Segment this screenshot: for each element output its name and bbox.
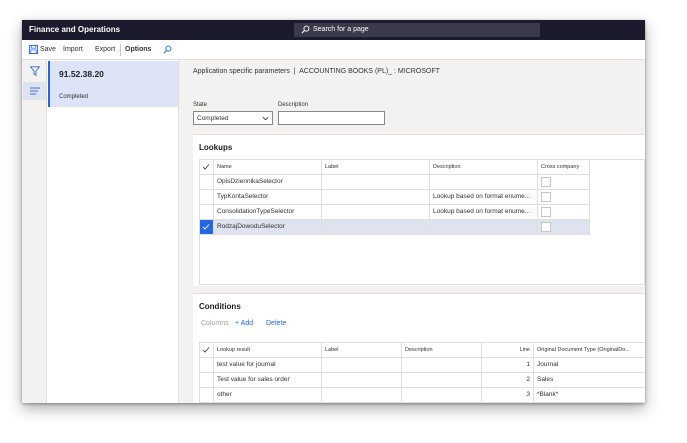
breadcrumb-page: Application specific parameters — [193, 68, 290, 75]
conditions-grid: Lookup result Label Description Line Ori… — [199, 342, 645, 403]
col-lookup-result[interactable]: Lookup result — [214, 343, 322, 358]
col-description[interactable]: Description — [430, 160, 538, 175]
condition-doc-type[interactable]: Sales — [534, 373, 645, 388]
description-input[interactable] — [278, 111, 385, 125]
left-rail — [22, 60, 47, 403]
import-button[interactable]: Import — [63, 46, 83, 53]
lookups-grid: Name Label Description Cross company Opi… — [199, 159, 645, 285]
row-check[interactable] — [200, 175, 214, 190]
lookup-label[interactable] — [322, 205, 430, 220]
add-button[interactable]: + Add — [235, 320, 253, 327]
condition-description[interactable] — [402, 373, 482, 388]
find-icon[interactable] — [163, 45, 172, 54]
condition-description[interactable] — [402, 388, 482, 403]
action-separator — [120, 44, 121, 56]
col-label[interactable]: Label — [322, 160, 430, 175]
lookups-title[interactable]: Lookups — [199, 143, 232, 152]
condition-line[interactable]: 3 — [482, 388, 534, 403]
search-placeholder: Search for a page — [313, 26, 369, 33]
breadcrumb-record: ACCOUNTING BOOKS (PL)_ : MICROSOFT — [299, 68, 440, 75]
condition-label[interactable] — [322, 358, 402, 373]
lookup-name[interactable]: ConsolidationTypeSelector — [214, 205, 322, 220]
state-label: State — [193, 102, 208, 108]
row-check[interactable] — [200, 358, 214, 373]
options-button[interactable]: Options — [125, 46, 151, 53]
col-line[interactable]: Line — [482, 343, 534, 358]
columns-button[interactable]: Columns — [201, 320, 229, 327]
main-content: Application specific parameters | ACCOUN… — [186, 60, 645, 403]
breadcrumb: Application specific parameters | ACCOUN… — [193, 68, 440, 75]
filter-icon[interactable] — [30, 66, 40, 76]
app-window: Finance and Operations Search for a page… — [22, 20, 645, 403]
lookup-label[interactable] — [322, 220, 430, 235]
cross-company-checkbox[interactable] — [541, 222, 551, 232]
save-button[interactable]: Save — [40, 46, 56, 53]
condition-result[interactable]: Test value for sales order — [214, 373, 322, 388]
row-check[interactable] — [200, 190, 214, 205]
lookup-description[interactable]: Lookup based on format enume... — [430, 190, 538, 205]
condition-line[interactable]: 1 — [482, 358, 534, 373]
top-nav-bar: Finance and Operations Search for a page — [22, 20, 645, 40]
condition-result[interactable]: test value for journal — [214, 358, 322, 373]
lookup-description[interactable]: Lookup based on format enume... — [430, 205, 538, 220]
cross-company-checkbox[interactable] — [541, 207, 551, 217]
lookup-description[interactable] — [430, 220, 538, 235]
condition-doc-type[interactable]: *Blank* — [534, 388, 645, 403]
description-label: Description — [278, 102, 309, 108]
condition-description[interactable] — [402, 358, 482, 373]
list-view-button[interactable] — [23, 82, 46, 100]
row-check-selected[interactable] — [200, 220, 214, 235]
state-dropdown[interactable]: Completed — [193, 111, 273, 125]
search-icon — [301, 25, 310, 34]
row-check[interactable] — [200, 388, 214, 403]
cross-company-cell — [538, 220, 590, 235]
search-box[interactable]: Search for a page — [294, 23, 540, 37]
export-button[interactable]: Export — [95, 46, 115, 53]
lookup-label[interactable] — [322, 190, 430, 205]
lookups-section: Lookups Name Label Description Cross com… — [193, 134, 645, 286]
chevron-down-icon — [262, 116, 269, 121]
cross-company-checkbox[interactable] — [541, 177, 551, 187]
condition-line[interactable]: 2 — [482, 373, 534, 388]
condition-label[interactable] — [322, 373, 402, 388]
state-value: Completed — [197, 115, 229, 122]
delete-button[interactable]: Delete — [266, 320, 286, 327]
select-all-check[interactable] — [200, 343, 214, 358]
row-check[interactable] — [200, 373, 214, 388]
lookup-label[interactable] — [322, 175, 430, 190]
cross-company-cell — [538, 205, 590, 220]
col-description[interactable]: Description — [402, 343, 482, 358]
col-original-document-type[interactable]: Original Document Type (OriginalDo... — [534, 343, 645, 358]
cross-company-checkbox[interactable] — [541, 192, 551, 202]
app-title[interactable]: Finance and Operations — [29, 25, 120, 34]
list-item-status: Completed — [59, 94, 89, 100]
list-icon — [30, 87, 40, 95]
list-item-version: 91.52.38.20 — [59, 69, 104, 79]
save-icon — [29, 45, 38, 54]
col-label[interactable]: Label — [322, 343, 402, 358]
lookup-description[interactable] — [430, 175, 538, 190]
list-item[interactable]: 91.52.38.20 Completed — [48, 61, 178, 107]
condition-label[interactable] — [322, 388, 402, 403]
conditions-section: Conditions Columns + Add Delete Lookup r… — [193, 293, 645, 403]
select-all-check[interactable] — [200, 160, 214, 175]
cross-company-cell — [538, 175, 590, 190]
cross-company-cell — [538, 190, 590, 205]
checkmark-icon — [202, 224, 210, 230]
lookup-name[interactable]: TypKontaSelector — [214, 190, 322, 205]
action-pane: Save Import Export Options — [22, 40, 645, 60]
condition-result[interactable]: other — [214, 388, 322, 403]
lookup-name[interactable]: OpisDziennikaSelector — [214, 175, 322, 190]
record-list: 91.52.38.20 Completed — [47, 60, 179, 403]
checkmark-icon — [202, 347, 210, 353]
condition-doc-type[interactable]: Journal — [534, 358, 645, 373]
lookup-name[interactable]: RodzajDowoduSelector — [214, 220, 322, 235]
checkmark-icon — [202, 164, 210, 170]
row-check[interactable] — [200, 205, 214, 220]
col-cross-company[interactable]: Cross company — [538, 160, 590, 175]
col-name[interactable]: Name — [214, 160, 322, 175]
breadcrumb-separator: | — [293, 68, 296, 75]
conditions-title[interactable]: Conditions — [199, 302, 241, 311]
